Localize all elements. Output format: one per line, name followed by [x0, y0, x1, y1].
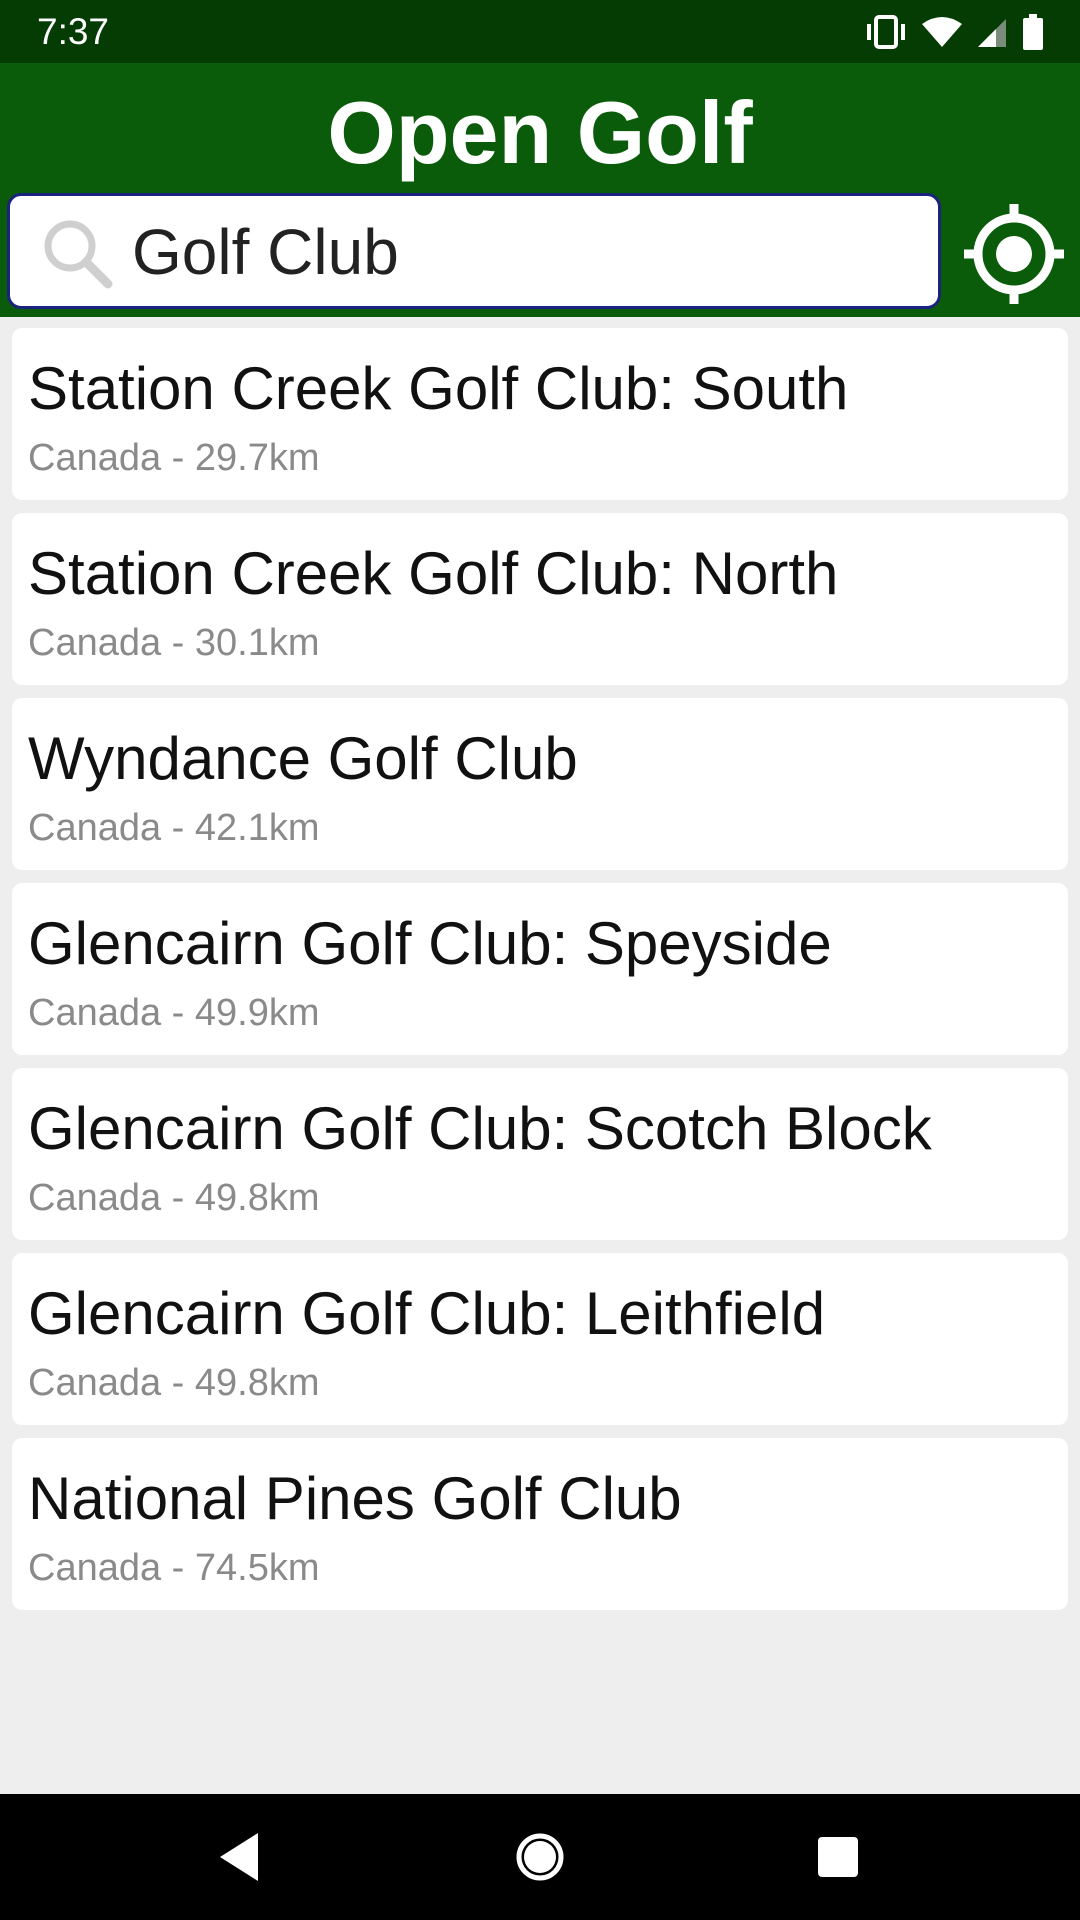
recents-icon: [818, 1837, 858, 1877]
status-icons: [864, 13, 1044, 51]
course-location-distance: Canada - 42.1km: [28, 807, 320, 849]
home-button[interactable]: [510, 1827, 570, 1887]
course-location-distance: Canada - 74.5km: [28, 1547, 320, 1589]
back-icon: [220, 1833, 258, 1881]
course-name: National Pines Golf Club: [28, 1465, 682, 1532]
course-location-distance: Canada - 29.7km: [28, 437, 320, 479]
status-time: 7:37: [37, 11, 110, 52]
system-nav-bar: [0, 1794, 1080, 1920]
course-name: Glencairn Golf Club: Leithfield: [28, 1280, 826, 1347]
list-item[interactable]: Station Creek Golf Club: North Canada - …: [12, 513, 1068, 685]
list-item[interactable]: Station Creek Golf Club: South Canada - …: [12, 328, 1068, 500]
course-name: Wyndance Golf Club: [28, 725, 578, 792]
list-item[interactable]: National Pines Golf Club Canada - 74.5km: [12, 1438, 1068, 1610]
results-list: Station Creek Golf Club: South Canada - …: [12, 328, 1068, 1623]
search-input[interactable]: Golf Club: [7, 193, 941, 309]
home-icon: [516, 1833, 564, 1881]
status-bar: 7:37: [0, 0, 1080, 63]
app-bar: Open Golf Golf Club: [0, 63, 1080, 317]
list-item[interactable]: Wyndance Golf Club Canada - 42.1km: [12, 698, 1068, 870]
course-location-distance: Canada - 49.9km: [28, 992, 320, 1034]
my-location-button[interactable]: [962, 202, 1066, 306]
list-item[interactable]: Glencairn Golf Club: Leithfield Canada -…: [12, 1253, 1068, 1425]
wifi-icon: [922, 17, 962, 47]
recents-button[interactable]: [808, 1827, 868, 1887]
course-location-distance: Canada - 49.8km: [28, 1177, 320, 1219]
list-item[interactable]: Glencairn Golf Club: Scotch Block Canada…: [12, 1068, 1068, 1240]
app-title: Open Golf: [327, 83, 753, 182]
battery-icon: [1023, 14, 1043, 50]
search-icon: [44, 220, 113, 289]
course-location-distance: Canada - 49.8km: [28, 1362, 320, 1404]
back-button[interactable]: [210, 1827, 270, 1887]
course-name: Glencairn Golf Club: Scotch Block: [28, 1095, 932, 1162]
my-location-icon: [964, 204, 1064, 304]
list-item[interactable]: Glencairn Golf Club: Speyside Canada - 4…: [12, 883, 1068, 1055]
search-value: Golf Club: [132, 216, 399, 288]
vibrate-icon: [867, 15, 905, 49]
course-name: Glencairn Golf Club: Speyside: [28, 910, 832, 977]
course-name: Station Creek Golf Club: South: [28, 355, 849, 422]
cell-signal-icon: [978, 19, 1006, 47]
course-name: Station Creek Golf Club: North: [28, 540, 839, 607]
course-location-distance: Canada - 30.1km: [28, 622, 320, 664]
